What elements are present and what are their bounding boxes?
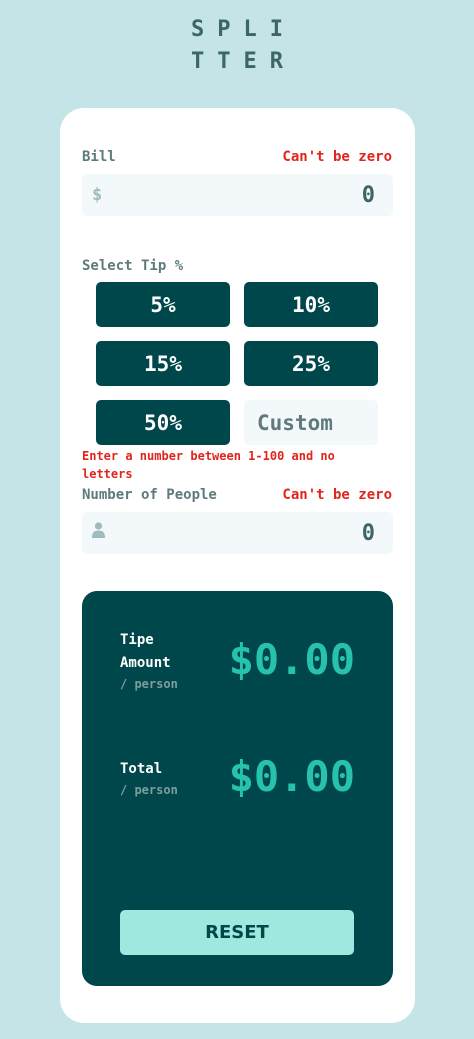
result-panel: Tipe Amount / person $0.00 Total / perso… (82, 591, 393, 986)
tip-25-button[interactable]: 25% (244, 341, 378, 386)
people-input[interactable]: 0 (82, 512, 393, 554)
tip-50-button[interactable]: 50% (96, 400, 230, 445)
tip-custom-input[interactable]: Custom (244, 400, 378, 445)
people-label: Number of People (82, 487, 217, 503)
tip-error: Enter a number between 1-100 and no lett… (82, 449, 335, 481)
bill-error: Can't be zero (282, 149, 392, 165)
logo-line-1: SPLI (191, 17, 296, 42)
tip-amount-value: $0.00 (228, 635, 355, 684)
tip-amount-label-line-2: Amount (120, 655, 171, 671)
tip-label: Select Tip % (82, 258, 184, 274)
logo-line-2: TTER (191, 49, 296, 74)
app-logo: SPLI TTER (0, 14, 474, 78)
tip-amount-label-line-1: Tipe (120, 632, 154, 648)
total-per-person: / person (120, 783, 178, 797)
total-value: $0.00 (228, 752, 355, 801)
tip-15-button[interactable]: 15% (96, 341, 230, 386)
calculator-card: Bill Can't be zero $ 0 Select Tip % 5% 1… (60, 108, 415, 1023)
tip-10-button[interactable]: 10% (244, 282, 378, 327)
people-error: Can't be zero (282, 487, 392, 503)
people-value: 0 (361, 521, 375, 546)
bill-value: 0 (361, 183, 375, 208)
tip-5-button[interactable]: 5% (96, 282, 230, 327)
reset-button[interactable]: RESET (120, 910, 354, 955)
bill-input[interactable]: $ 0 (82, 174, 393, 216)
tip-amount-label: Tipe Amount (120, 629, 171, 675)
bill-label: Bill (82, 149, 116, 165)
total-label: Total (120, 761, 163, 777)
dollar-icon: $ (92, 185, 103, 205)
person-icon (92, 522, 105, 538)
tip-amount-per-person: / person (120, 677, 178, 691)
